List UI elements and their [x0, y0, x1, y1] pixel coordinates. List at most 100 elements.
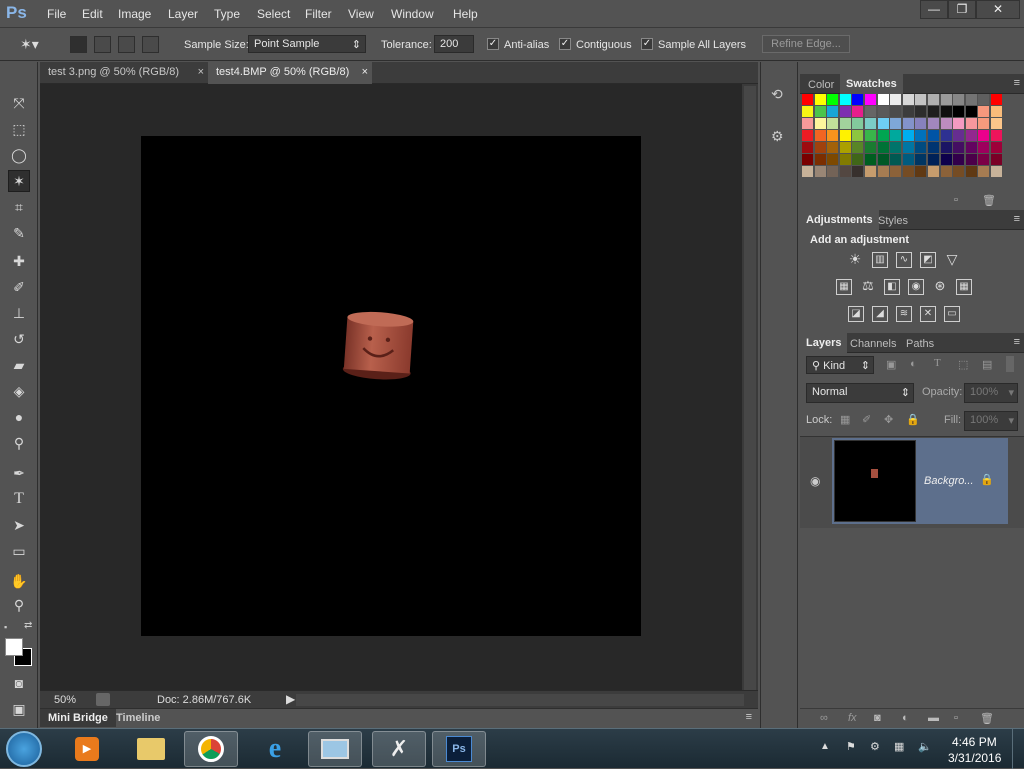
- color-swatch[interactable]: [915, 94, 927, 105]
- menu-select[interactable]: Select: [257, 7, 290, 21]
- color-swatch[interactable]: [852, 118, 864, 129]
- color-swatch[interactable]: [827, 142, 839, 153]
- menu-view[interactable]: View: [348, 7, 374, 21]
- add-selection-icon[interactable]: [94, 36, 111, 53]
- eraser-tool-icon[interactable]: ▰: [8, 354, 30, 376]
- color-swatch[interactable]: [953, 118, 965, 129]
- status-info-icon[interactable]: [96, 693, 110, 706]
- color-swatch[interactable]: [877, 142, 889, 153]
- menu-edit[interactable]: Edit: [82, 7, 103, 21]
- swap-colors-icon[interactable]: ⇄: [24, 620, 32, 631]
- color-swatch[interactable]: [928, 130, 939, 141]
- color-swatch[interactable]: [890, 106, 902, 117]
- menu-image[interactable]: Image: [118, 7, 151, 21]
- new-layer-icon[interactable]: ▫: [954, 712, 958, 724]
- menu-file[interactable]: File: [47, 7, 66, 21]
- tab-test4[interactable]: test4.BMP @ 50% (RGB/8) ×: [208, 62, 372, 84]
- color-swatch[interactable]: [940, 142, 952, 153]
- color-swatch[interactable]: [827, 118, 839, 129]
- color-swatch[interactable]: [902, 130, 914, 141]
- menu-window[interactable]: Window: [391, 7, 434, 21]
- delete-swatch-icon[interactable]: 🗑: [982, 194, 996, 207]
- color-swatch[interactable]: [915, 154, 927, 165]
- color-swatch[interactable]: [827, 94, 839, 105]
- color-swatch[interactable]: [814, 154, 826, 165]
- image-viewer-icon[interactable]: [308, 731, 362, 767]
- color-swatch[interactable]: [915, 106, 927, 117]
- tab-channels[interactable]: Channels: [844, 335, 902, 353]
- color-swatch[interactable]: [902, 94, 914, 105]
- color-swatch[interactable]: [802, 118, 813, 129]
- lasso-tool-icon[interactable]: ◯: [8, 144, 30, 166]
- volume-icon[interactable]: 🔈: [918, 740, 932, 753]
- move-tool-icon[interactable]: ⤧: [8, 92, 30, 114]
- new-selection-icon[interactable]: [70, 36, 87, 53]
- posterize-icon[interactable]: ◢: [872, 306, 888, 322]
- color-swatch[interactable]: [928, 118, 939, 129]
- internet-explorer-icon[interactable]: e: [248, 731, 302, 767]
- color-swatch[interactable]: [865, 166, 876, 177]
- color-swatch[interactable]: [902, 154, 914, 165]
- color-swatch[interactable]: [953, 142, 965, 153]
- quick-mask-icon[interactable]: ◙: [8, 672, 30, 694]
- color-swatch[interactable]: [991, 166, 1002, 177]
- color-swatch[interactable]: [839, 118, 851, 129]
- rectangle-tool-icon[interactable]: ▭: [8, 540, 30, 562]
- color-swatch[interactable]: [940, 166, 952, 177]
- brush-tool-icon[interactable]: ✐: [8, 276, 30, 298]
- color-swatch[interactable]: [852, 130, 864, 141]
- tab-color[interactable]: Color: [802, 76, 840, 94]
- layer-name[interactable]: Backgro...: [924, 475, 974, 487]
- hue-saturation-icon[interactable]: ▦: [836, 279, 852, 295]
- color-swatch[interactable]: [839, 130, 851, 141]
- color-swatch[interactable]: [802, 106, 813, 117]
- color-balance-icon[interactable]: ⚖: [860, 279, 876, 295]
- history-brush-tool-icon[interactable]: ↺: [8, 328, 30, 350]
- photoshop-taskbar-icon[interactable]: Ps: [432, 731, 486, 767]
- color-swatch[interactable]: [890, 94, 902, 105]
- photo-filter-icon[interactable]: ◉: [908, 279, 924, 295]
- restore-button[interactable]: ❐: [948, 0, 976, 19]
- clock-time[interactable]: 4:46 PM: [952, 735, 997, 749]
- color-swatch[interactable]: [802, 130, 813, 141]
- color-swatch[interactable]: [953, 154, 965, 165]
- color-swatch[interactable]: [953, 130, 965, 141]
- color-swatch[interactable]: [852, 142, 864, 153]
- menu-type[interactable]: Type: [214, 7, 240, 21]
- layer-row-background[interactable]: Backgro... 🔒: [832, 438, 1008, 524]
- new-adjustment-layer-icon[interactable]: ◐: [902, 712, 909, 724]
- color-swatch[interactable]: [902, 118, 914, 129]
- menu-help[interactable]: Help: [453, 7, 478, 21]
- color-swatch[interactable]: [991, 130, 1002, 141]
- color-swatch[interactable]: [877, 118, 889, 129]
- color-swatch[interactable]: [965, 106, 977, 117]
- history-icon[interactable]: ⟲: [771, 86, 789, 104]
- zbrush-icon[interactable]: ✗: [372, 731, 426, 767]
- color-swatch[interactable]: [978, 154, 990, 165]
- marquee-tool-icon[interactable]: ⬚: [8, 118, 30, 140]
- color-swatch[interactable]: [902, 106, 914, 117]
- color-swatch[interactable]: [852, 154, 864, 165]
- color-swatch[interactable]: [890, 130, 902, 141]
- visibility-eye-icon[interactable]: ◉: [810, 474, 820, 488]
- color-swatch[interactable]: [852, 166, 864, 177]
- panel-menu-icon[interactable]: ≡: [1014, 77, 1020, 89]
- dodge-tool-icon[interactable]: ⚲: [8, 432, 30, 454]
- magic-wand-preset-icon[interactable]: ✶▾: [20, 36, 42, 54]
- panel-menu-icon[interactable]: ≡: [746, 711, 752, 723]
- color-swatch[interactable]: [991, 94, 1002, 105]
- color-swatch[interactable]: [965, 166, 977, 177]
- path-selection-tool-icon[interactable]: ➤: [8, 514, 30, 536]
- threshold-icon[interactable]: ≋: [896, 306, 912, 322]
- color-swatch[interactable]: [865, 154, 876, 165]
- tab-paths[interactable]: Paths: [900, 335, 940, 353]
- color-swatch[interactable]: [865, 142, 876, 153]
- color-swatch[interactable]: [991, 154, 1002, 165]
- color-swatch[interactable]: [965, 154, 977, 165]
- color-swatch[interactable]: [928, 106, 939, 117]
- color-swatch[interactable]: [814, 142, 826, 153]
- color-swatch[interactable]: [814, 94, 826, 105]
- hand-tool-icon[interactable]: ✋: [8, 570, 30, 592]
- color-swatch[interactable]: [839, 94, 851, 105]
- color-swatch[interactable]: [978, 166, 990, 177]
